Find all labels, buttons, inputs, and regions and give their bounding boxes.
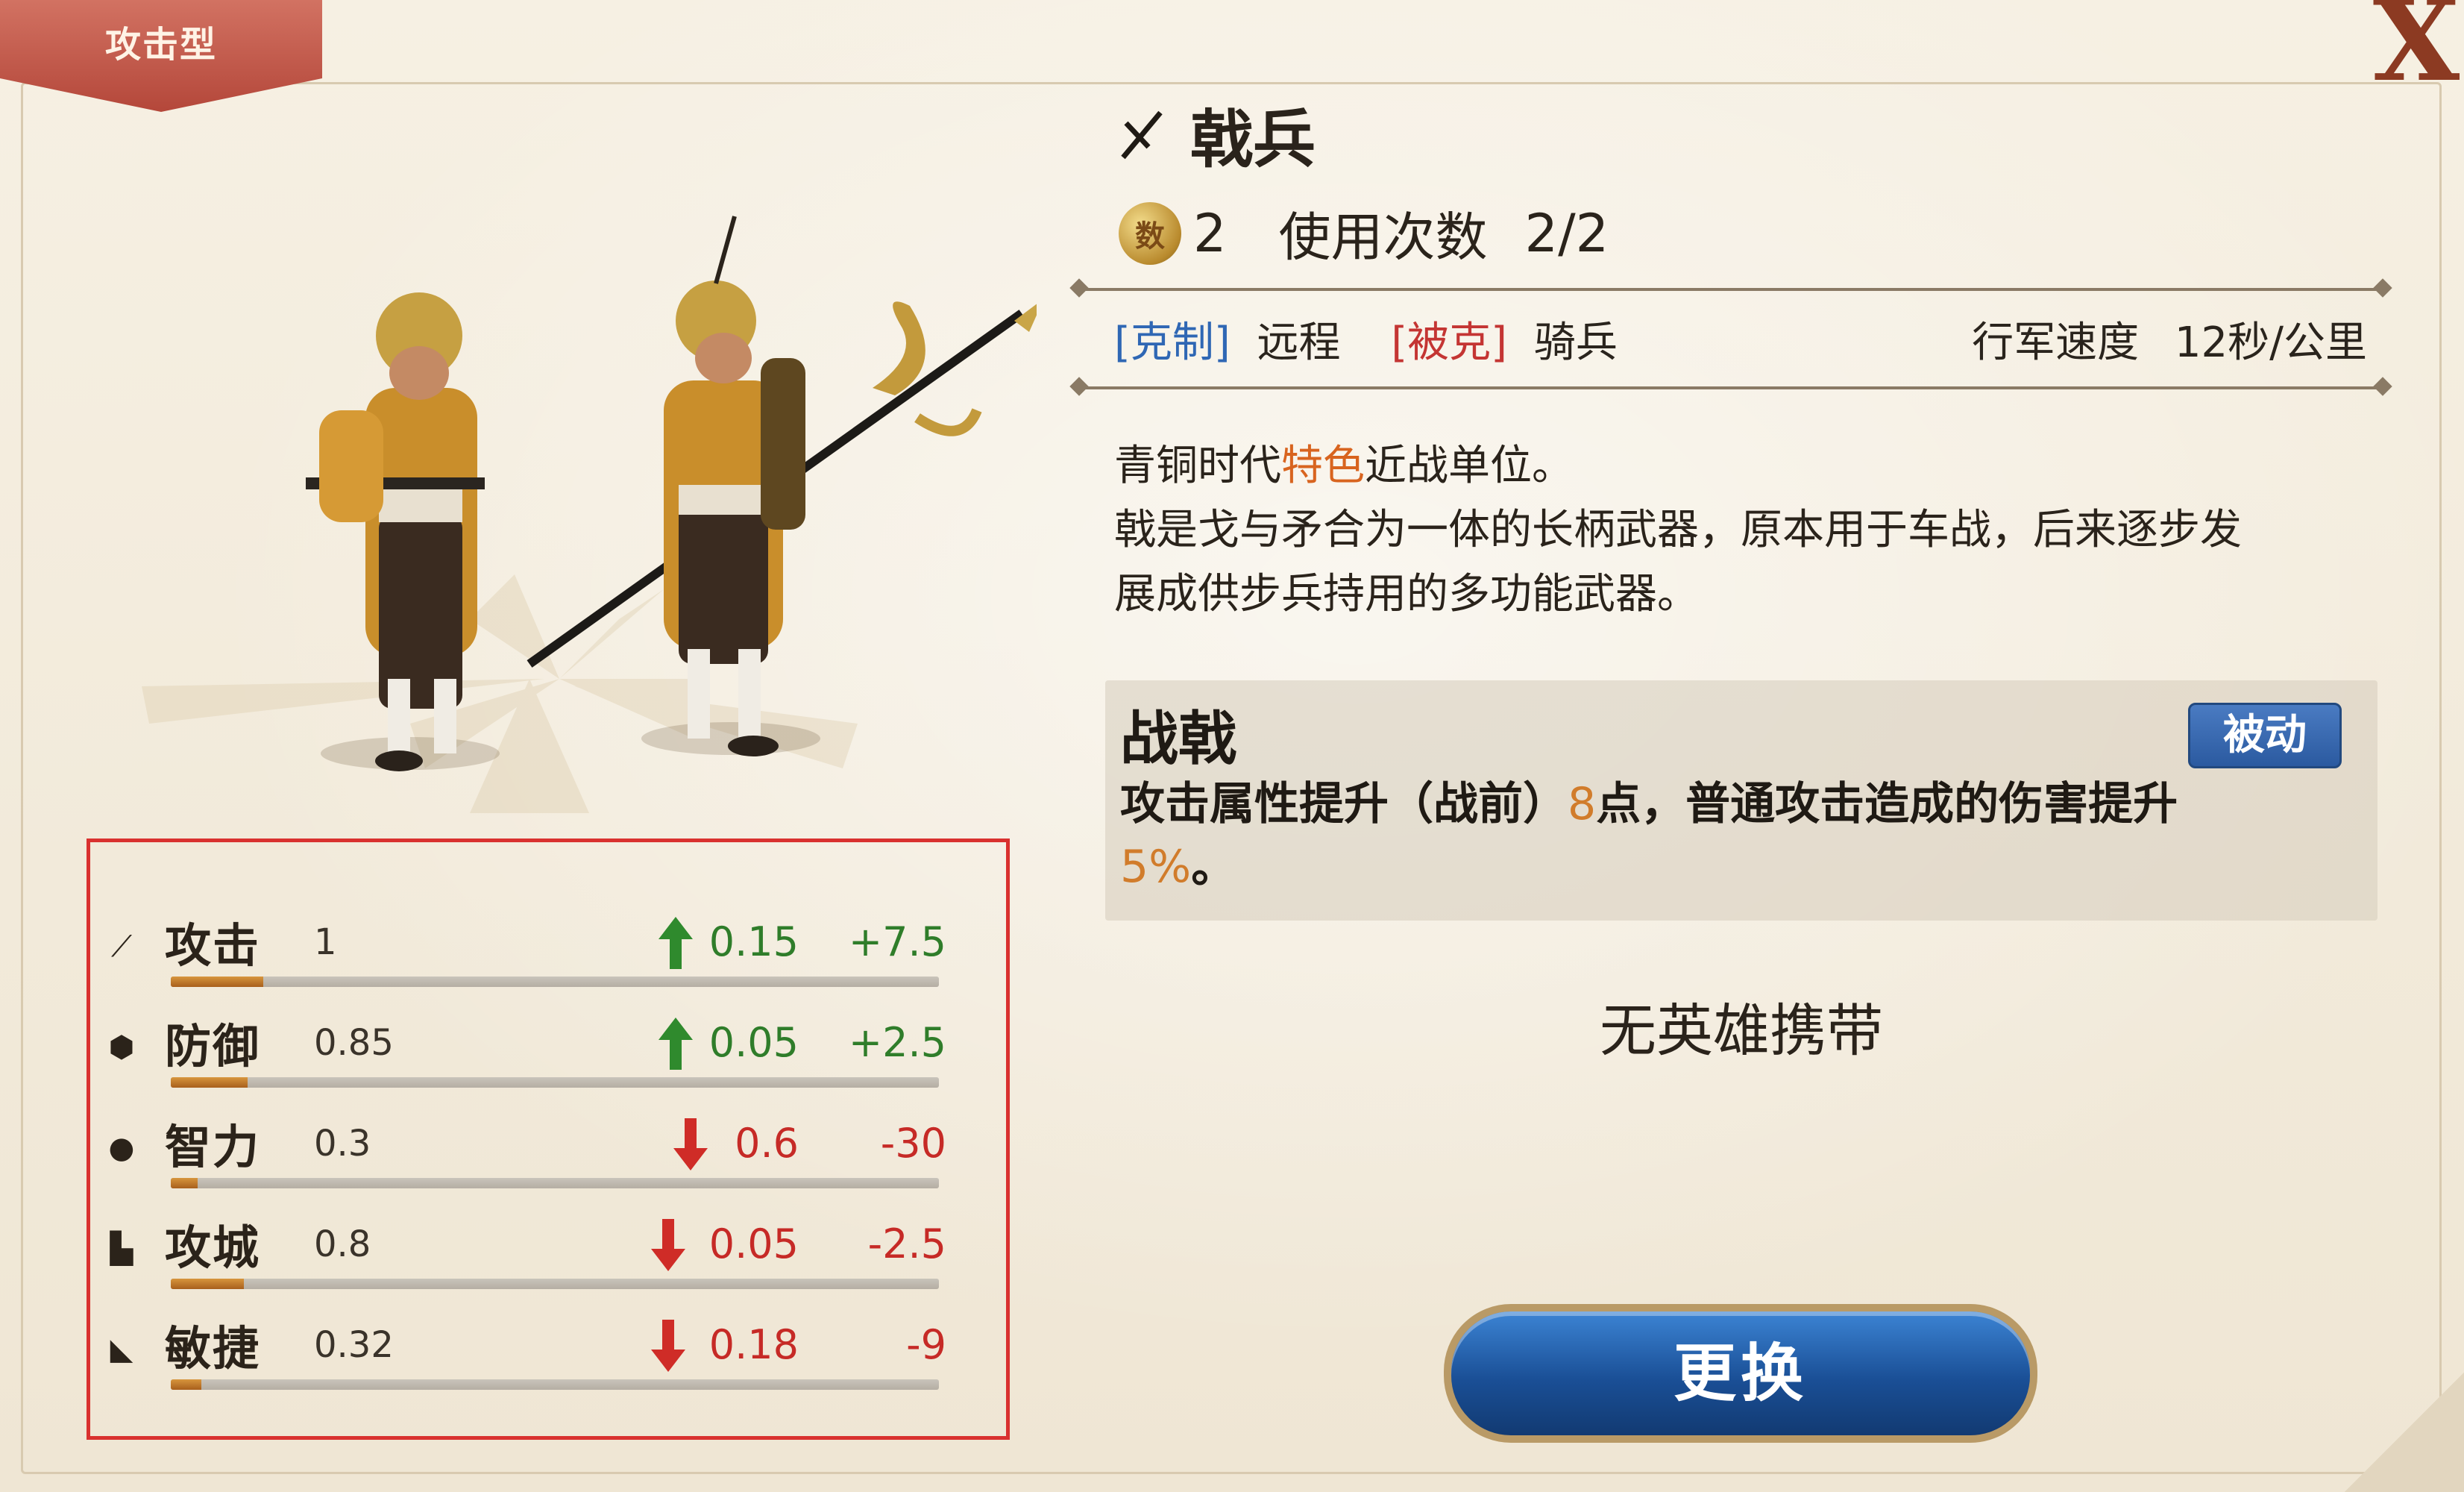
speed-label: 行军速度 — [1972, 319, 2140, 367]
stat-row-siege: ▙ 攻城 0.8 0.05 -2.5 — [90, 1198, 1006, 1295]
stat-total: -9 — [906, 1321, 946, 1368]
page-corner-fold — [2345, 1373, 2464, 1492]
replace-button[interactable]: 更换 — [1444, 1304, 2037, 1443]
countered-tag: [被克] — [1391, 319, 1508, 367]
description-line-3: 展成供步兵持用的多功能武器。 — [1114, 570, 1699, 618]
skill-panel: 战戟 被动 攻击属性提升（战前）8点，普通攻击造成的伤害提升 5%。 — [1105, 680, 2377, 921]
passive-badge: 被动 — [2188, 703, 2342, 768]
unit-stats-panel: ⟋ 攻击 1 0.15 +7.5 ⬢ 防御 0.85 0.05 +2.5 ● 智… — [87, 839, 1010, 1440]
stat-bar — [171, 1077, 939, 1088]
stat-row-attack: ⟋ 攻击 1 0.15 +7.5 — [90, 896, 1006, 993]
divider-top — [1078, 288, 2383, 291]
stat-base-value: 1 — [314, 921, 337, 963]
halberd-soldiers-illustration — [142, 216, 1037, 813]
skill-desc-text: 攻击属性提升（战前） — [1120, 778, 1568, 830]
speed-value: 12秒/公里 — [2174, 319, 2367, 367]
unit-detail-panel: 攻击型 X ⟋ 攻击 1 0.15 +7.5 ⬢ 防御 0.85 0.05 +2… — [0, 0, 2464, 1492]
stat-row-defense: ⬢ 防御 0.85 0.05 +2.5 — [90, 997, 1006, 1094]
stat-base-value: 0.8 — [314, 1223, 371, 1265]
counter-info-row: [克制] 远程 [被克] 骑兵 行军速度 12秒/公里 — [1114, 309, 2367, 367]
skill-name: 战戟 — [1120, 706, 1237, 773]
boot-icon: ◣ — [110, 1332, 133, 1367]
shield-icon: ⬢ — [108, 1030, 135, 1065]
description-line-1: 青铜时代特色近战单位。 — [1114, 434, 2397, 498]
stat-bar-fill — [171, 977, 263, 987]
unit-cost: 2 — [1193, 202, 1227, 264]
stat-name: 攻城 — [165, 1220, 261, 1275]
description-highlight: 特色 — [1281, 442, 1365, 490]
countered-by: 骑兵 — [1533, 319, 1618, 367]
skill-desc-text: 点，普通攻击造成的伤害提升 — [1596, 778, 2178, 830]
stat-delta: 0.05 — [708, 1019, 799, 1066]
unit-title: 戟兵 — [1119, 90, 1316, 180]
usage-value: 2/2 — [1524, 202, 1609, 264]
stat-bar — [171, 1279, 939, 1289]
stat-row-intelligence: ● 智力 0.3 0.6 -30 — [90, 1097, 1006, 1194]
usage-row: 数 2 使用次数 2/2 — [1119, 195, 1609, 271]
description-text: 近战单位。 — [1365, 442, 1574, 490]
usage-label: 使用次数 — [1278, 207, 1488, 268]
divider-bottom — [1078, 386, 2383, 389]
stat-total: +7.5 — [848, 918, 946, 965]
stat-base-value: 0.32 — [314, 1324, 394, 1366]
description-line-2: 戟是戈与矛合为一体的长柄武器，原本用于车战，后来逐步发 — [1114, 506, 2242, 554]
stat-bar — [171, 977, 939, 987]
description-text: 青铜时代 — [1114, 442, 1281, 490]
unit-name: 戟兵 — [1190, 103, 1316, 176]
stat-name: 敏捷 — [165, 1321, 261, 1376]
stat-name: 智力 — [165, 1120, 261, 1174]
stat-bar — [171, 1379, 939, 1390]
cost-coin-icon: 数 — [1119, 201, 1181, 265]
stat-delta: 0.15 — [708, 918, 799, 965]
stat-bar-fill — [171, 1379, 202, 1390]
march-speed: 行军速度 12秒/公里 — [1972, 309, 2367, 369]
stat-name: 攻击 — [165, 918, 261, 973]
stat-bar-fill — [171, 1279, 244, 1289]
stat-delta: 0.18 — [708, 1321, 799, 1368]
tower-icon: ▙ — [110, 1232, 133, 1266]
stat-row-agility: ◣ 敏捷 0.32 0.18 -9 — [90, 1299, 1006, 1396]
sword-icon: ⟋ — [111, 930, 132, 964]
stat-bar-fill — [171, 1077, 248, 1088]
stat-total: -30 — [880, 1120, 946, 1167]
brain-icon: ● — [108, 1131, 135, 1165]
skill-desc-number: 8 — [1568, 778, 1597, 830]
stat-total: +2.5 — [848, 1019, 946, 1066]
no-hero-text: 无英雄携带 — [1600, 997, 1883, 1064]
unit-description: 青铜时代特色近战单位。 戟是戈与矛合为一体的长柄武器，原本用于车战，后来逐步发 … — [1114, 434, 2397, 627]
stat-base-value: 0.85 — [314, 1022, 394, 1064]
counter-tag: [克制] — [1114, 319, 1231, 367]
close-button[interactable]: X — [2364, 0, 2464, 97]
crossed-weapon-icon — [1121, 110, 1163, 159]
counter-target: 远程 — [1257, 319, 1341, 367]
stat-total: -2.5 — [867, 1220, 946, 1267]
skill-description: 攻击属性提升（战前）8点，普通攻击造成的伤害提升 5%。 — [1120, 773, 2358, 898]
stat-bar-fill — [171, 1178, 198, 1188]
stat-delta: 0.6 — [735, 1120, 799, 1167]
skill-desc-text: 。 — [1191, 841, 1236, 893]
stat-bar — [171, 1178, 939, 1188]
stat-delta: 0.05 — [708, 1220, 799, 1267]
stat-base-value: 0.3 — [314, 1123, 371, 1165]
skill-desc-number: 5% — [1120, 841, 1192, 893]
stat-name: 防御 — [165, 1019, 261, 1073]
